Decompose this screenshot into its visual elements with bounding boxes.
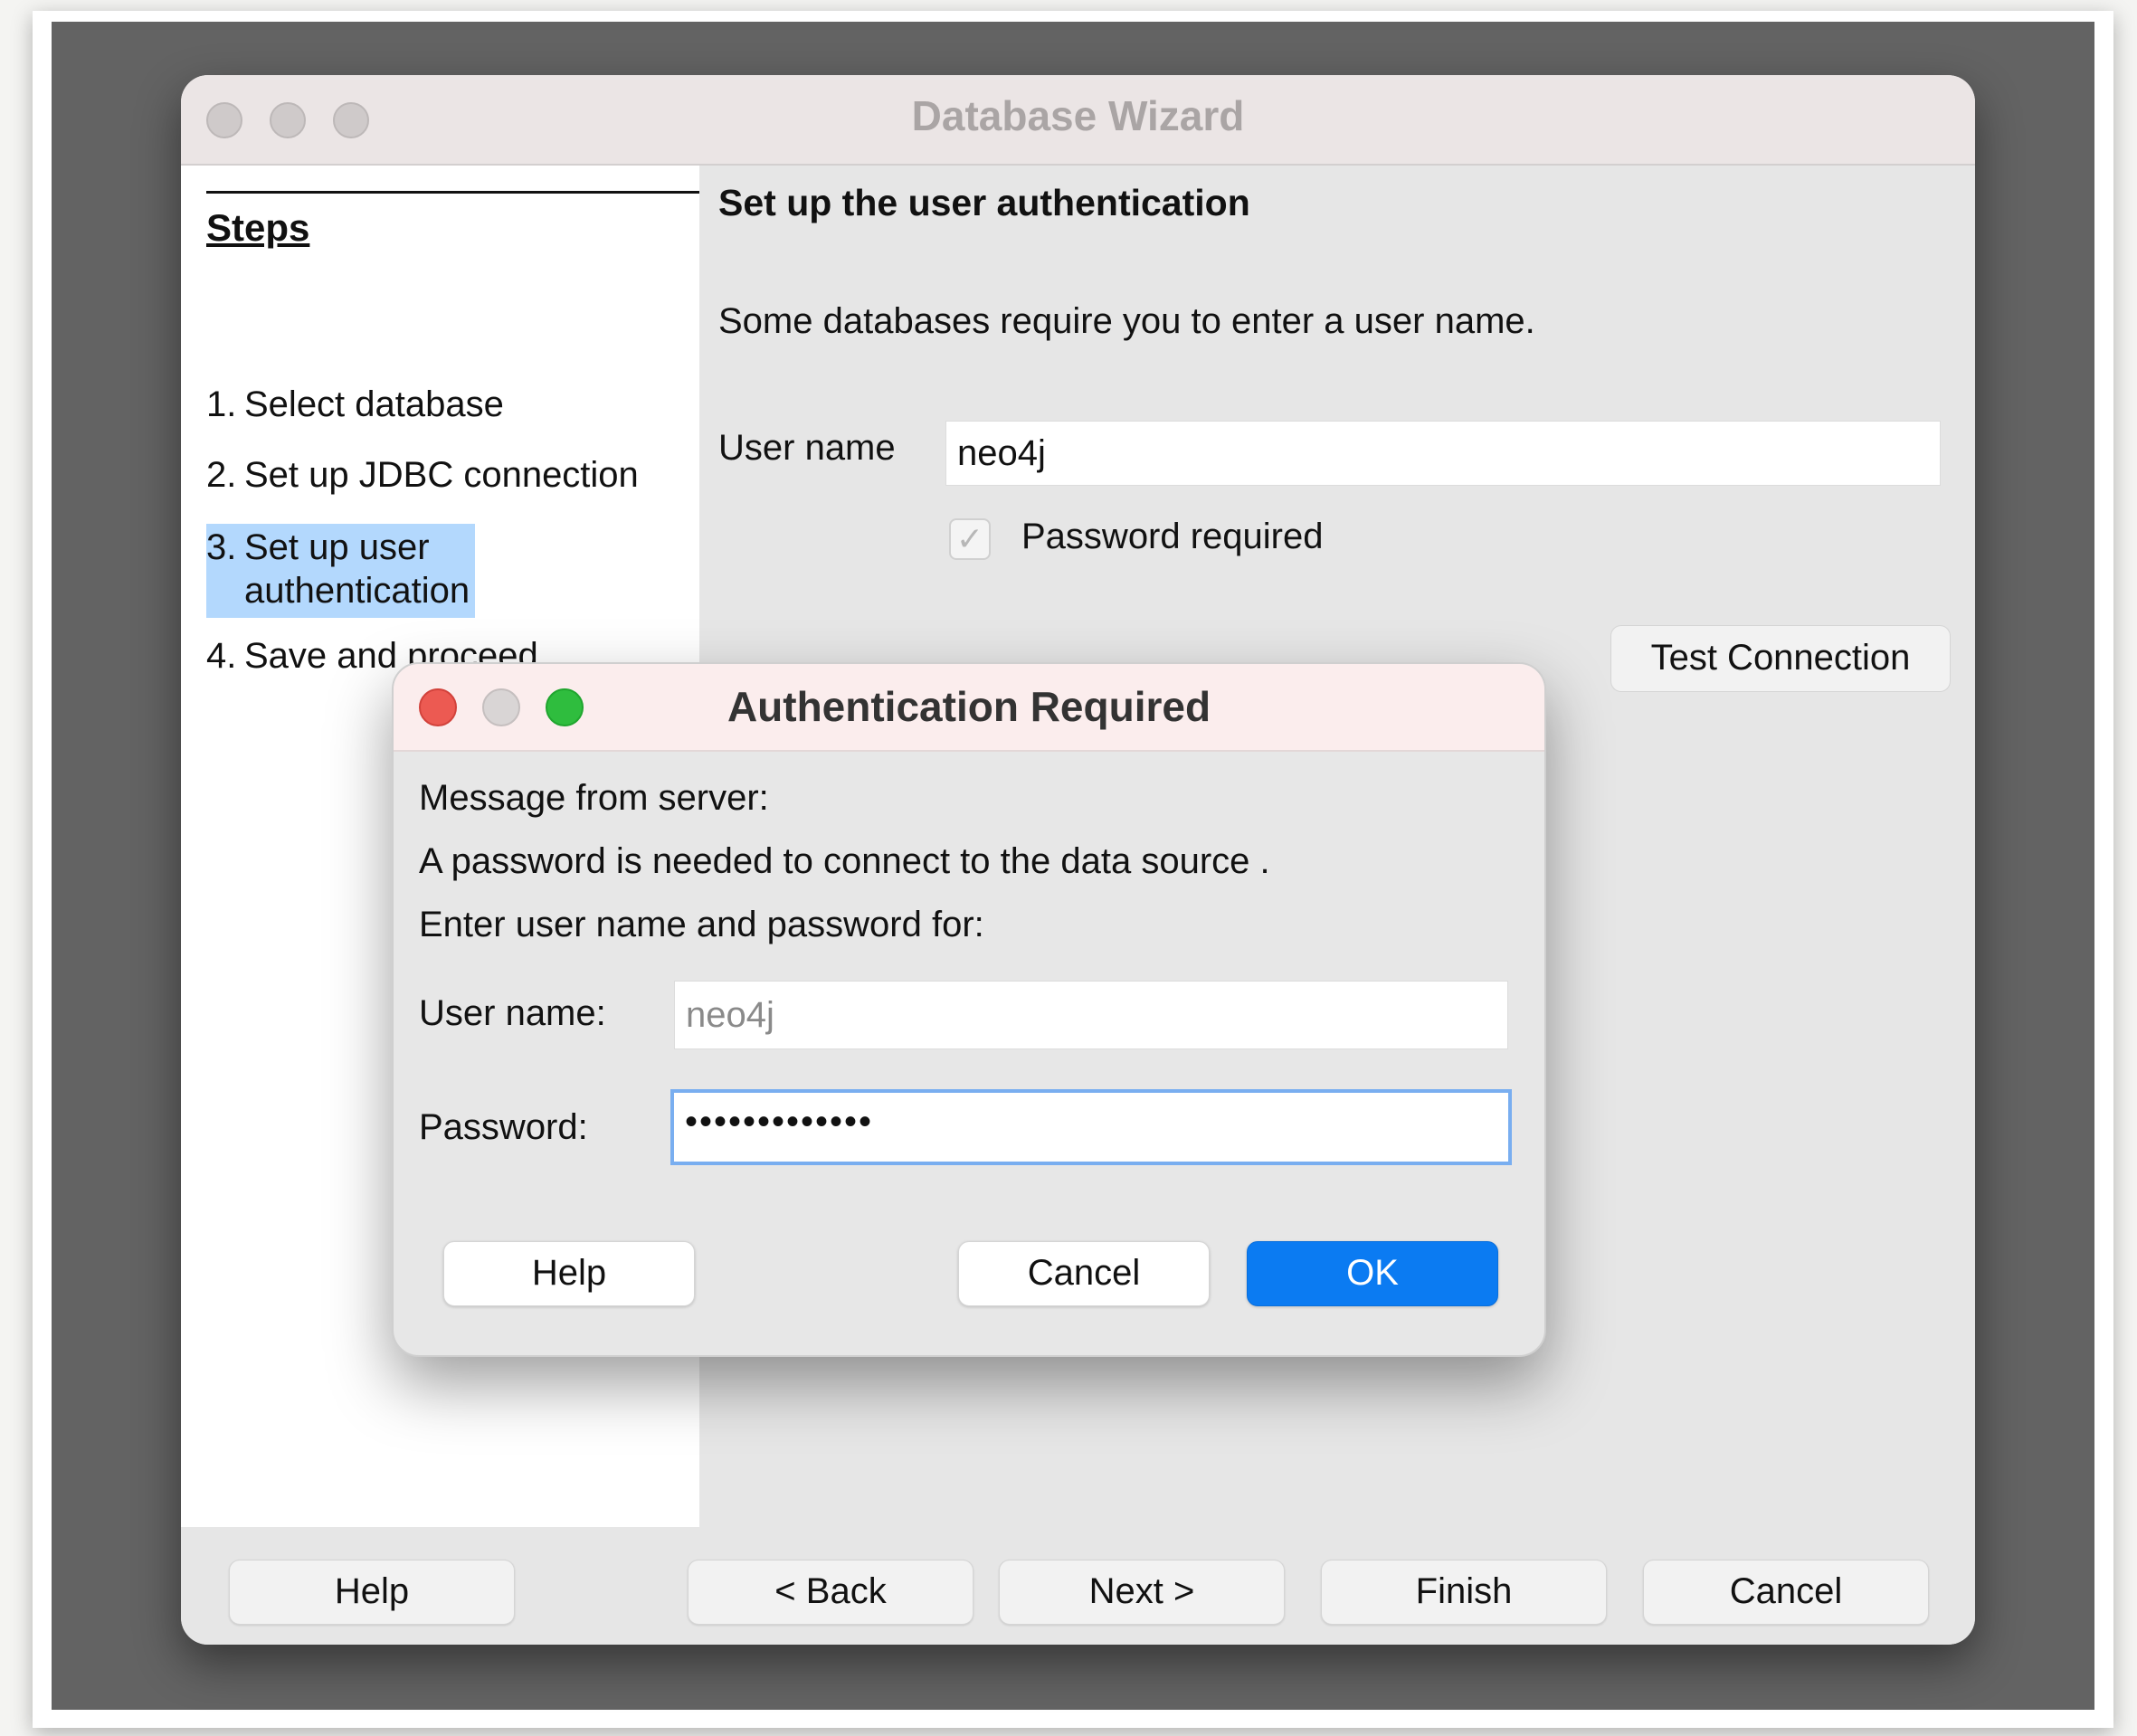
dialog-cancel-button[interactable]: Cancel (958, 1241, 1210, 1306)
enter-credentials-prompt: Enter user name and password for: (419, 905, 984, 944)
step-label-line2: authentication (244, 571, 470, 611)
wizard-title: Database Wizard (911, 92, 1245, 139)
user-name-label: User name (718, 428, 896, 468)
step-label-line1: Set up user (244, 527, 430, 567)
next-button[interactable]: Next > (999, 1560, 1285, 1625)
steps-heading: Steps (206, 206, 310, 249)
message-body: A password is needed to connect to the d… (419, 841, 1270, 881)
steps-divider (206, 191, 699, 194)
dialog-title: Authentication Required (727, 683, 1211, 730)
step-number: 3. (206, 527, 237, 567)
step-number: 1. (206, 384, 237, 424)
dialog-help-button[interactable]: Help (443, 1241, 695, 1306)
user-name-input[interactable] (945, 421, 1941, 486)
password-required-label: Password required (1021, 517, 1324, 556)
step-user-authentication[interactable]: 3. Set up user authentication (206, 524, 476, 618)
password-required-checkbox[interactable]: ✓ (949, 518, 991, 560)
dialog-user-name-input[interactable] (674, 981, 1508, 1049)
step-number: 4. (206, 636, 237, 676)
back-button[interactable]: < Back (688, 1560, 974, 1625)
ok-button[interactable]: OK (1247, 1241, 1498, 1306)
dialog-titlebar: Authentication Required (394, 664, 1544, 752)
dialog-user-name-label: User name: (419, 993, 606, 1033)
step-jdbc-connection[interactable]: 2. Set up JDBC connection (206, 453, 639, 497)
help-button[interactable]: Help (229, 1560, 515, 1625)
step-select-database[interactable]: 1. Select database (206, 383, 504, 426)
password-input[interactable]: ••••••••••••• (670, 1089, 1512, 1165)
content-description: Some databases require you to enter a us… (718, 301, 1535, 341)
step-number: 2. (206, 455, 237, 495)
wizard-titlebar: Database Wizard (181, 75, 1975, 166)
test-connection-button[interactable]: Test Connection (1610, 625, 1951, 692)
checkmark-icon: ✓ (955, 520, 984, 557)
step-label: Select database (244, 384, 504, 424)
cancel-button[interactable]: Cancel (1643, 1560, 1929, 1625)
authentication-dialog: Authentication Required Message from ser… (392, 662, 1546, 1357)
content-heading: Set up the user authentication (718, 182, 1250, 223)
finish-button[interactable]: Finish (1321, 1560, 1607, 1625)
wizard-footer: Help < Back Next > Finish Cancel (181, 1527, 1975, 1645)
step-label: Set up JDBC connection (244, 455, 639, 495)
password-label: Password: (419, 1107, 588, 1147)
message-header: Message from server: (419, 778, 769, 818)
